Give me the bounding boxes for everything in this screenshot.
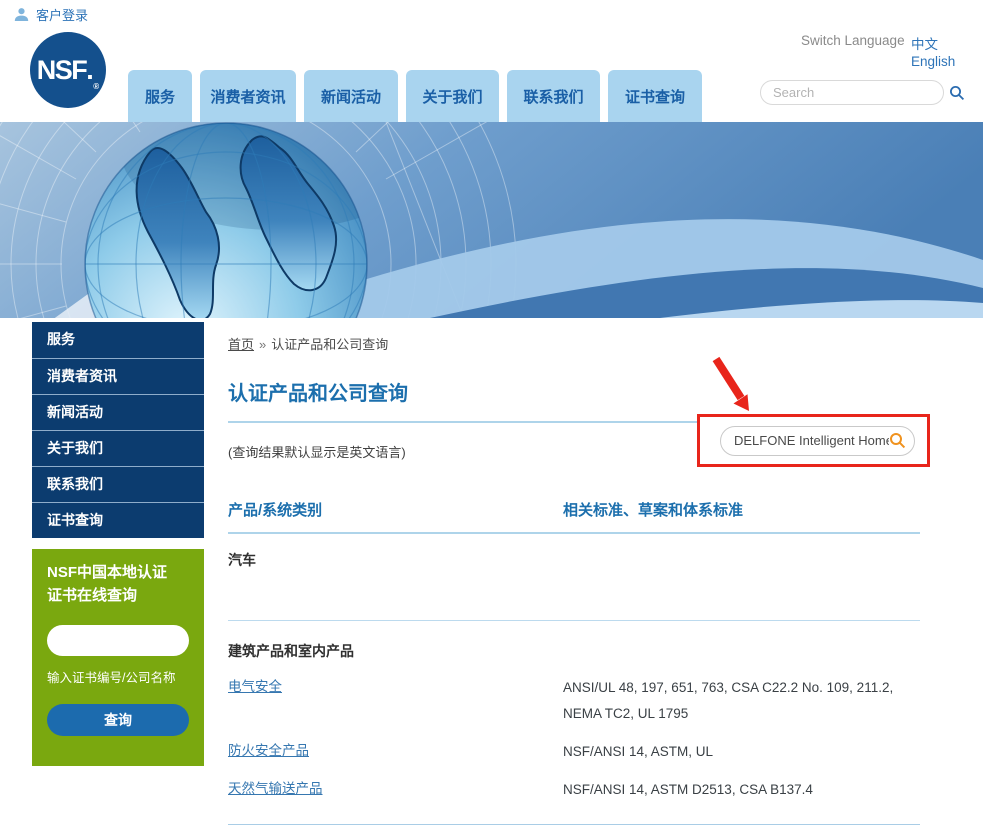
sidebar-item-certificate-search[interactable]: 证书查询 xyxy=(32,502,204,538)
title-divider xyxy=(228,421,697,423)
header: 客户登录 NSF.® 服务 消费者资讯 新闻活动 关于我们 联系我们 证书查询 … xyxy=(0,0,983,122)
table-bottom-divider xyxy=(228,824,920,825)
column-header-standards: 相关标准、草案和体系标准 xyxy=(563,499,920,520)
main-content: 首页»认证产品和公司查询 认证产品和公司查询 (查询结果默认显示是英文语言) 产… xyxy=(228,322,920,825)
table-row: 电气安全 ANSI/UL 48, 197, 651, 763, CSA C22.… xyxy=(228,675,920,726)
nav-tab-news[interactable]: 新闻活动 xyxy=(304,70,398,122)
breadcrumb-current: 认证产品和公司查询 xyxy=(271,337,388,352)
widget-title: NSF中国本地认证 证书在线查询 xyxy=(47,561,189,607)
site-search-box xyxy=(760,80,944,105)
row-link-gas-distribution[interactable]: 天然气输送产品 xyxy=(228,781,323,796)
customer-login-link[interactable]: 客户登录 xyxy=(14,5,88,24)
column-header-product-category: 产品/系统类别 xyxy=(228,499,563,520)
switch-language-label: Switch Language xyxy=(801,33,905,48)
page-title: 认证产品和公司查询 xyxy=(228,377,920,406)
sidebar-item-contact[interactable]: 联系我们 xyxy=(32,466,204,502)
user-icon xyxy=(14,7,29,22)
nsf-logo-text: NSF xyxy=(37,55,87,86)
category-automotive: 汽车 xyxy=(228,550,920,570)
customer-login-label: 客户登录 xyxy=(36,5,88,24)
main-nav: 服务 消费者资讯 新闻活动 关于我们 联系我们 证书查询 xyxy=(128,70,702,122)
annotation-highlight-box xyxy=(697,414,930,467)
language-option-english[interactable]: English xyxy=(911,54,955,69)
language-option-chinese[interactable]: 中文 xyxy=(911,33,938,53)
nav-tab-contact[interactable]: 联系我们 xyxy=(507,70,600,122)
row-standards: NSF/ANSI 14, ASTM, UL xyxy=(563,739,920,765)
row-standards: ANSI/UL 48, 197, 651, 763, CSA C22.2 No.… xyxy=(563,675,920,726)
breadcrumb: 首页 » 认证产品和公司查询 xyxy=(228,334,920,353)
result-search-input[interactable] xyxy=(734,433,889,448)
certificate-input-hint: 输入证书编号/公司名称 xyxy=(47,667,189,686)
sidebar-item-services[interactable]: 服务 xyxy=(32,322,204,358)
table-row: 天然气输送产品 NSF/ANSI 14, ASTM D2513, CSA B13… xyxy=(228,777,920,803)
result-search-box xyxy=(720,426,915,456)
nsf-logo[interactable]: NSF.® xyxy=(30,32,106,108)
registered-mark: ® xyxy=(93,82,99,91)
sidebar-item-consumer-info[interactable]: 消费者资讯 xyxy=(32,358,204,394)
breadcrumb-home-link[interactable]: 首页 xyxy=(228,337,254,352)
results-table-header: 产品/系统类别 相关标准、草案和体系标准 xyxy=(228,499,920,520)
table-row: 防火安全产品 NSF/ANSI 14, ASTM, UL xyxy=(228,739,920,765)
nav-tab-about[interactable]: 关于我们 xyxy=(406,70,499,122)
nav-tab-services[interactable]: 服务 xyxy=(128,70,192,122)
certificate-number-input[interactable] xyxy=(47,625,189,656)
sidebar: 服务 消费者资讯 新闻活动 关于我们 联系我们 证书查询 NSF中国本地认证 证… xyxy=(32,322,204,766)
row-link-fire-safety[interactable]: 防火安全产品 xyxy=(228,743,309,758)
page: 客户登录 NSF.® 服务 消费者资讯 新闻活动 关于我们 联系我们 证书查询 … xyxy=(0,0,983,770)
banner-globe-graphic xyxy=(0,122,983,318)
search-icon[interactable] xyxy=(949,85,965,101)
row-standards: NSF/ANSI 14, ASTM D2513, CSA B137.4 xyxy=(563,777,920,803)
category-building-products: 建筑产品和室内产品 xyxy=(228,641,920,661)
annotation-arrow-icon xyxy=(706,356,786,418)
site-search-input[interactable] xyxy=(773,85,949,100)
local-certificate-widget: NSF中国本地认证 证书在线查询 输入证书编号/公司名称 查询 xyxy=(32,549,204,766)
sidebar-item-about[interactable]: 关于我们 xyxy=(32,430,204,466)
certificate-query-button[interactable]: 查询 xyxy=(47,704,189,736)
hero-banner xyxy=(0,122,983,318)
search-icon-orange[interactable] xyxy=(889,432,906,449)
nav-tab-certificate-search[interactable]: 证书查询 xyxy=(608,70,702,122)
breadcrumb-separator: » xyxy=(259,337,266,352)
row-divider xyxy=(228,620,920,621)
row-link-electrical-safety[interactable]: 电气安全 xyxy=(228,679,282,694)
sidebar-item-news[interactable]: 新闻活动 xyxy=(32,394,204,430)
nav-tab-consumer-info[interactable]: 消费者资讯 xyxy=(200,70,296,122)
table-header-divider xyxy=(228,532,920,534)
